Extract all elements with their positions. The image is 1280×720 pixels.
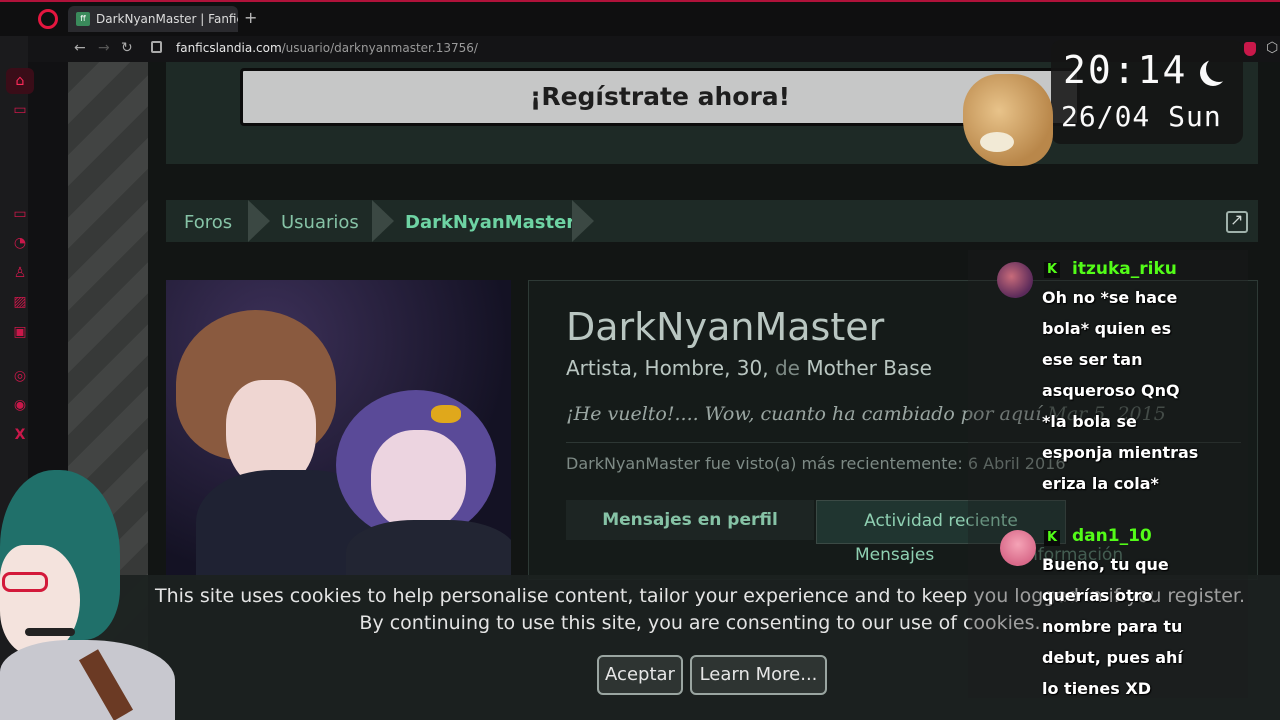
avatar-art [371, 430, 466, 530]
breadcrumb-foros[interactable]: Foros [184, 212, 232, 233]
forward-button[interactable]: → [98, 40, 110, 56]
profile-info-main: Artista, Hombre, 30, [566, 356, 769, 380]
tab-mensajes-perfil[interactable]: Mensajes en perfil [566, 500, 814, 540]
tab-title: DarkNyanMaster | Fanficsl [96, 12, 238, 26]
chat-line: querías otro [1042, 586, 1153, 605]
chat-line: nombre para tu [1042, 617, 1183, 636]
opera-logo-icon[interactable] [38, 9, 58, 29]
chat-line: Bueno, tu que [1042, 555, 1169, 574]
external-link-icon[interactable] [1226, 210, 1248, 233]
whatsapp-icon[interactable]: ◎ [11, 368, 29, 384]
profile-location[interactable]: Mother Base [806, 356, 932, 380]
profile-username: DarkNyanMaster [566, 305, 885, 349]
chat-line: bola* quien es [1042, 319, 1172, 338]
game-icon[interactable]: ▭ [11, 102, 29, 118]
learn-more-button[interactable]: Learn More... [690, 655, 827, 695]
x-icon[interactable]: X [11, 427, 29, 443]
vtuber-choker [25, 628, 75, 636]
chat-line: Oh no *se hace [1042, 288, 1178, 307]
vtuber-glasses [2, 572, 48, 592]
kick-badge-icon: K [1044, 530, 1060, 546]
accept-button[interactable]: Aceptar [597, 655, 683, 695]
avatar-art [346, 520, 511, 580]
moon-icon [1206, 56, 1232, 82]
vtuber-body [0, 640, 175, 720]
controller-icon[interactable]: ▭ [11, 206, 29, 222]
register-button[interactable]: ¡Regístrate ahora! [240, 68, 1080, 126]
profile-avatar[interactable] [166, 280, 511, 580]
chat-line: *la bola se [1042, 412, 1137, 431]
url-path: /usuario/darknyanmaster.13756/ [281, 41, 478, 55]
m-icon[interactable]: ▣ [11, 324, 29, 340]
kick-badge-icon: K [1044, 262, 1060, 278]
chat-line: debut, pues ahí [1042, 648, 1183, 667]
chat-line: esponja mientras [1042, 443, 1199, 462]
chat-avatar [1000, 530, 1036, 566]
chat-username: dan1_10 [1072, 526, 1152, 546]
url-domain: fanficslandia.com [176, 41, 282, 55]
breadcrumb-usuarios[interactable]: Usuarios [281, 212, 359, 233]
chat-line: asqueroso QnQ [1042, 381, 1180, 400]
chat-line: eriza la cola* [1042, 474, 1159, 493]
lock-icon[interactable] [151, 41, 162, 53]
chat-avatar [997, 262, 1033, 298]
speed-icon[interactable]: ◔ [11, 235, 29, 251]
flow-icon[interactable]: ♙ [11, 265, 29, 281]
bread-cat-sticker [963, 74, 1053, 166]
reload-button[interactable]: ↻ [121, 40, 133, 56]
breadcrumb-chevron-icon [572, 200, 594, 242]
vtuber-face [0, 545, 80, 655]
breadcrumb-chevron-icon [372, 200, 394, 242]
chat-message: Oh no *se hace bola* quien es ese ser ta… [1042, 282, 1232, 499]
screen: ff DarkNyanMaster | Fanficsl + ← → ↻ fan… [0, 0, 1280, 720]
profile-info: Artista, Hombre, 30, de Mother Base [566, 356, 932, 380]
chat-username: itzuka_riku [1072, 259, 1177, 279]
chat-line: lo tienes XD [1042, 679, 1151, 698]
chat-message: Bueno, tu que querías otro nombre para t… [1042, 549, 1232, 704]
subtab-mensajes[interactable]: Mensajes [855, 545, 934, 565]
home-icon[interactable]: ⌂ [6, 68, 34, 94]
breadcrumb-chevron-icon [248, 200, 270, 242]
discord-icon[interactable]: ◉ [11, 397, 29, 413]
back-button[interactable]: ← [74, 40, 86, 56]
avatar-art [431, 405, 461, 423]
clock-date: 26/04 Sun [1061, 100, 1222, 133]
site-favicon-icon: ff [76, 12, 90, 26]
clock-time: 20:14 [1063, 48, 1188, 92]
chat-line: ese ser tan [1042, 350, 1143, 369]
shield-icon[interactable] [1244, 42, 1256, 56]
bread-cat-face [980, 132, 1014, 152]
media-icon[interactable]: ▨ [11, 294, 29, 310]
breadcrumb-current[interactable]: DarkNyanMaster [405, 212, 575, 233]
new-tab-button[interactable]: + [244, 8, 257, 27]
browser-tab[interactable]: ff DarkNyanMaster | Fanficsl [68, 6, 238, 32]
extensions-icon[interactable]: ⬡ [1266, 40, 1278, 56]
url-field[interactable]: fanficslandia.com/usuario/darknyanmaster… [176, 41, 478, 55]
profile-info-de: de [774, 356, 800, 380]
